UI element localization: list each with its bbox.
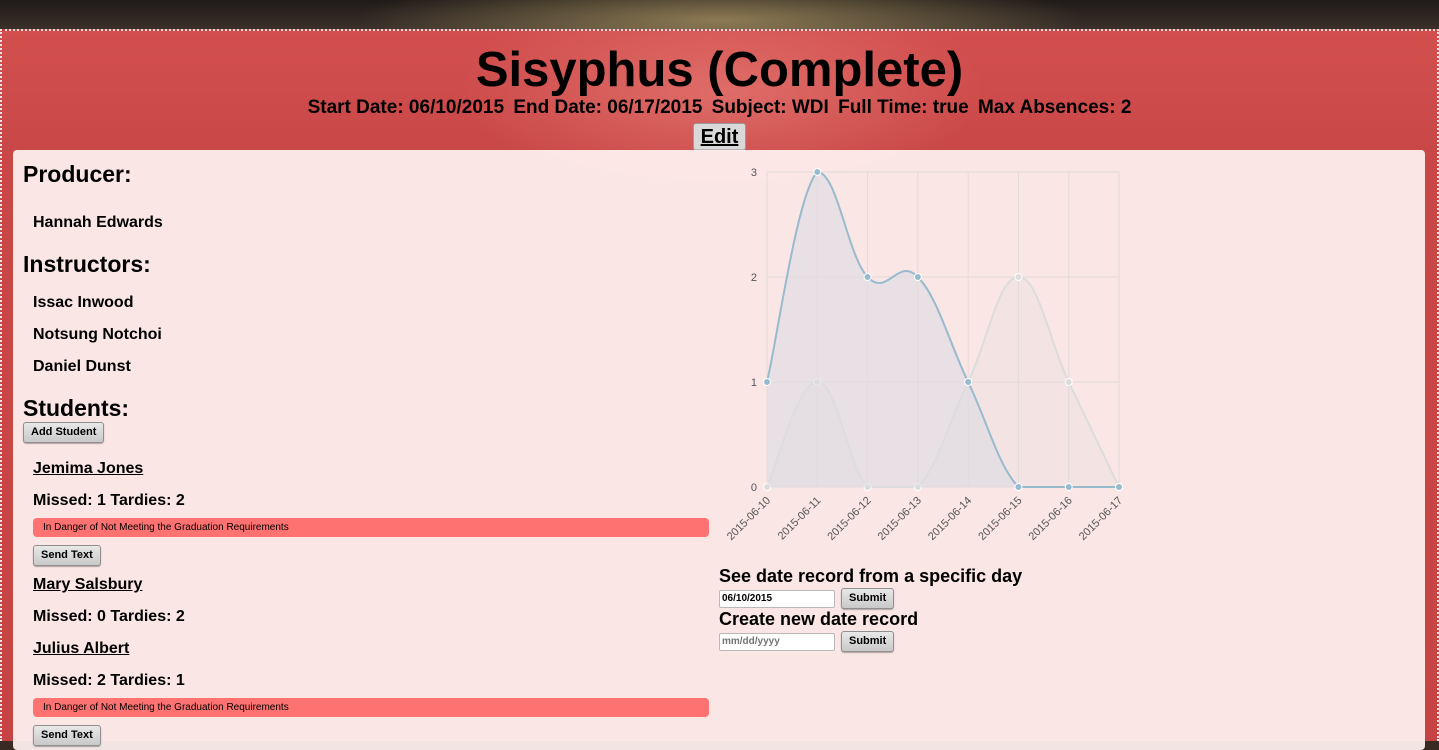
see-date-title: See date record from a specific day (719, 566, 1023, 586)
create-date-title: Create new date record (719, 609, 919, 629)
attendance-chart-svg: 01232015-06-10 2015-06-11 2015-06-12 2015-0… (725, 167, 1125, 543)
graduation-warning: In Danger of Not Meeting the Graduation … (33, 518, 709, 537)
y-tick-label: 0 (751, 482, 757, 494)
student-stats: Missed: 0 Tardies: 2 (33, 608, 185, 625)
instructor-name: Notsung Notchoi (33, 326, 162, 343)
y-tick-label: 3 (751, 167, 757, 179)
create-date-form: Create new date record Submit (719, 608, 1139, 652)
send-text-button[interactable]: Send Text (33, 725, 101, 746)
create-date-input[interactable] (719, 632, 835, 651)
graduation-warning: In Danger of Not Meeting the Graduation … (33, 698, 709, 717)
data-point (813, 168, 822, 176)
edit-button[interactable]: Edit (692, 123, 747, 151)
page-title: Sisyphus (Complete) (475, 43, 964, 97)
student-stats: Missed: 2 Tardies: 1 (33, 672, 185, 689)
start-date: Start Date: 06/10/2015 (307, 97, 505, 118)
x-tick-label: 2015-06-13 (876, 495, 924, 543)
x-tick-label: 2015-06-15 (976, 495, 1024, 543)
data-point (1064, 378, 1073, 386)
course-meta: Start Date: 06/10/2015 End Date: 06/17/2… (0, 97, 1439, 119)
x-tick-label: 2015-06-16 (1027, 495, 1075, 543)
data-point (1014, 273, 1023, 281)
student-name-link[interactable]: Jemima Jones (33, 459, 143, 479)
producer-heading: Producer: (23, 161, 132, 187)
see-date-input[interactable] (719, 589, 835, 608)
instructor-name: Daniel Dunst (33, 358, 131, 375)
x-tick-label: 2015-06-14 (926, 495, 974, 543)
x-tick-label: 2015-06-10 (725, 495, 773, 543)
see-date-submit-button[interactable]: Submit (841, 588, 895, 609)
y-tick-label: 1 (751, 377, 757, 389)
producer-name: Hannah Edwards (33, 214, 163, 231)
end-date: End Date: 06/17/2015 (513, 97, 703, 118)
data-point (863, 273, 872, 281)
add-student-button[interactable]: Add Student (23, 422, 105, 443)
roster-column: Producer: Hannah Edwards Instructors: Is… (23, 160, 713, 746)
x-tick-label: 2015-06-11 (776, 495, 824, 543)
create-date-submit-button[interactable]: Submit (841, 631, 895, 652)
data-point (1014, 483, 1023, 491)
subject: Subject: WDI (711, 97, 829, 118)
student-stats: Missed: 1 Tardies: 2 (33, 492, 185, 509)
attendance-chart: 0 1 2 3 2015-06-10 2015-06-11 2015-06-12 2015-0… (719, 160, 1139, 560)
see-date-row: Submit (719, 588, 1139, 609)
full-time: Full Time: true (838, 97, 969, 118)
instructors-heading: Instructors: (23, 251, 151, 277)
max-absences: Max Absences: 2 (977, 97, 1132, 118)
data-point (763, 378, 771, 386)
student-name-link[interactable]: Julius Albert (33, 639, 129, 659)
create-date-row: Submit (719, 631, 1139, 652)
x-tick-label: 2015-06-17 (1077, 495, 1125, 543)
see-date-form: See date record from a specific day Subm… (719, 565, 1139, 609)
students-heading: Students: (23, 395, 130, 421)
y-tick-label: 2 (751, 272, 757, 284)
content-panel: Producer: Hannah Edwards Instructors: Is… (13, 150, 1425, 750)
data-point (1115, 483, 1123, 491)
course-header: Sisyphus (Complete) Start Date: 06/10/20… (0, 40, 1439, 151)
x-tick-label: 2015-06-12 (825, 495, 873, 543)
data-point (1064, 483, 1073, 491)
student-name-link[interactable]: Mary Salsbury (33, 575, 142, 595)
instructor-name: Issac Inwood (33, 294, 134, 311)
data-point (913, 273, 922, 281)
send-text-button[interactable]: Send Text (33, 545, 101, 566)
data-point (964, 378, 973, 386)
